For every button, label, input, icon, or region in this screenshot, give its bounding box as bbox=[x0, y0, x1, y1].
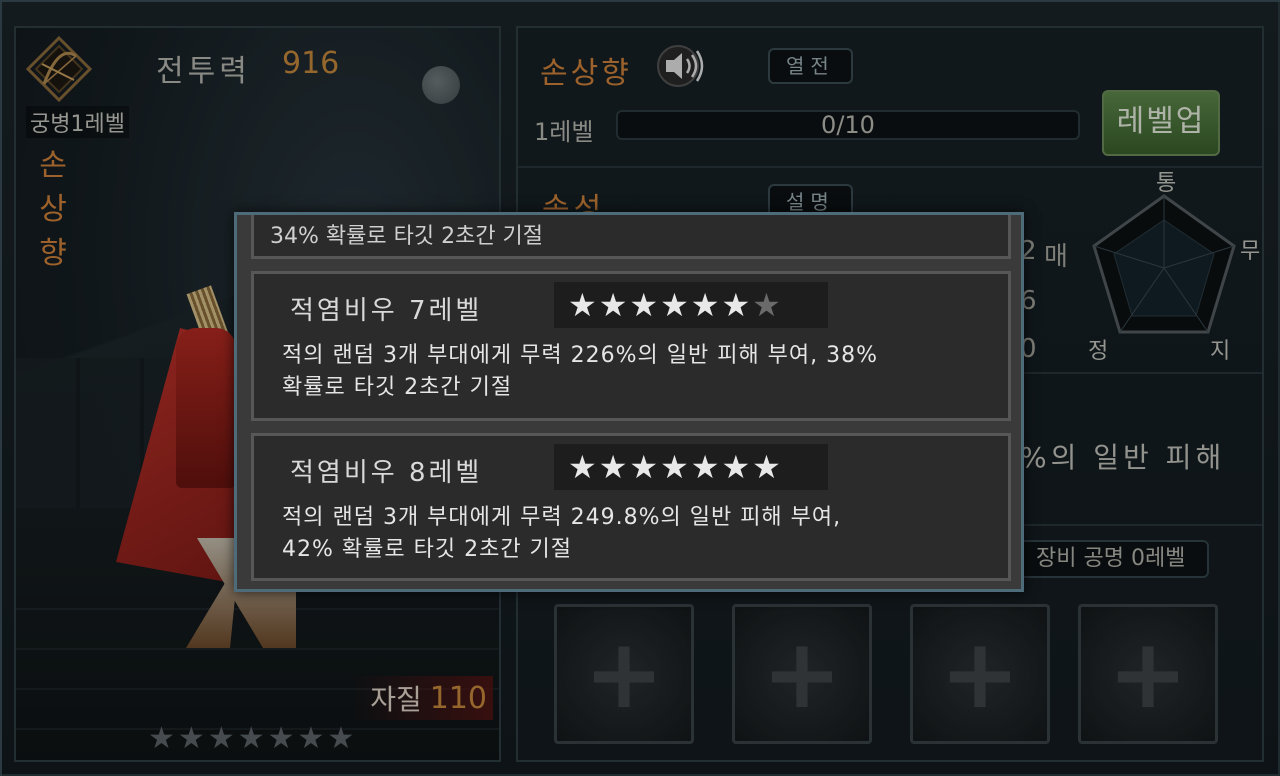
game-screen: 궁병1레벨 전투력 916 손상향 자질 110 ★ ★ ★ ★ ★ ★ ★ 손상향 열전 … bbox=[0, 0, 1280, 776]
skill-level-title: 적염비우 8레벨 bbox=[290, 458, 483, 488]
star-filled-icon: ★ bbox=[598, 448, 628, 486]
skill-star-rating: ★ ★ ★ ★ ★ ★ ★ bbox=[554, 282, 828, 328]
star-filled-icon: ★ bbox=[660, 286, 689, 324]
star-filled-icon: ★ bbox=[721, 286, 751, 324]
skill-level-title: 적염비우 7레벨 bbox=[290, 296, 483, 326]
description-line: 확률로 타깃 2초간 기절 bbox=[282, 375, 513, 400]
skill-level-entry-previous: 34% 확률로 타깃 2초간 기절 bbox=[251, 215, 1011, 259]
star-filled-icon: ★ bbox=[690, 448, 720, 486]
star-filled-icon: ★ bbox=[660, 448, 689, 486]
star-filled-icon: ★ bbox=[752, 448, 781, 486]
skill-level-description: 적의 랜덤 3개 부대에게 무력 226%의 일반 피해 부여, 38% 확률로… bbox=[282, 340, 982, 404]
star-filled-icon: ★ bbox=[629, 286, 659, 324]
description-line: 42% 확률로 타깃 2초간 기절 bbox=[282, 537, 573, 562]
skill-level-entry: 적염비우 7레벨 ★ ★ ★ ★ ★ ★ ★ 적의 랜덤 3개 부대에게 무력 226%의 … bbox=[251, 271, 1011, 421]
skill-level-description: 적의 랜덤 3개 부대에게 무력 249.8%의 일반 피해 부여, 42% 확… bbox=[282, 502, 982, 566]
star-filled-icon: ★ bbox=[690, 286, 720, 324]
skill-level-popup: 34% 확률로 타깃 2초간 기절 적염비우 7레벨 ★ ★ ★ ★ ★ ★ ★ 적의 랜덤… bbox=[234, 212, 1024, 592]
star-filled-icon: ★ bbox=[568, 448, 597, 486]
star-filled-icon: ★ bbox=[721, 448, 751, 486]
description-line: 적의 랜덤 3개 부대에게 무력 249.8%의 일반 피해 부여, bbox=[282, 505, 842, 530]
skill-star-rating: ★ ★ ★ ★ ★ ★ ★ bbox=[554, 444, 828, 490]
description-line: 적의 랜덤 3개 부대에게 무력 226%의 일반 피해 부여, 38% bbox=[282, 343, 879, 368]
star-empty-icon: ★ bbox=[752, 286, 781, 324]
star-filled-icon: ★ bbox=[629, 448, 659, 486]
star-filled-icon: ★ bbox=[598, 286, 628, 324]
previous-entry-desc: 34% 확률로 타깃 2초간 기절 bbox=[270, 224, 544, 249]
star-filled-icon: ★ bbox=[568, 286, 597, 324]
skill-level-entry: 적염비우 8레벨 ★ ★ ★ ★ ★ ★ ★ 적의 랜덤 3개 부대에게 무력 249.8%… bbox=[251, 433, 1011, 581]
